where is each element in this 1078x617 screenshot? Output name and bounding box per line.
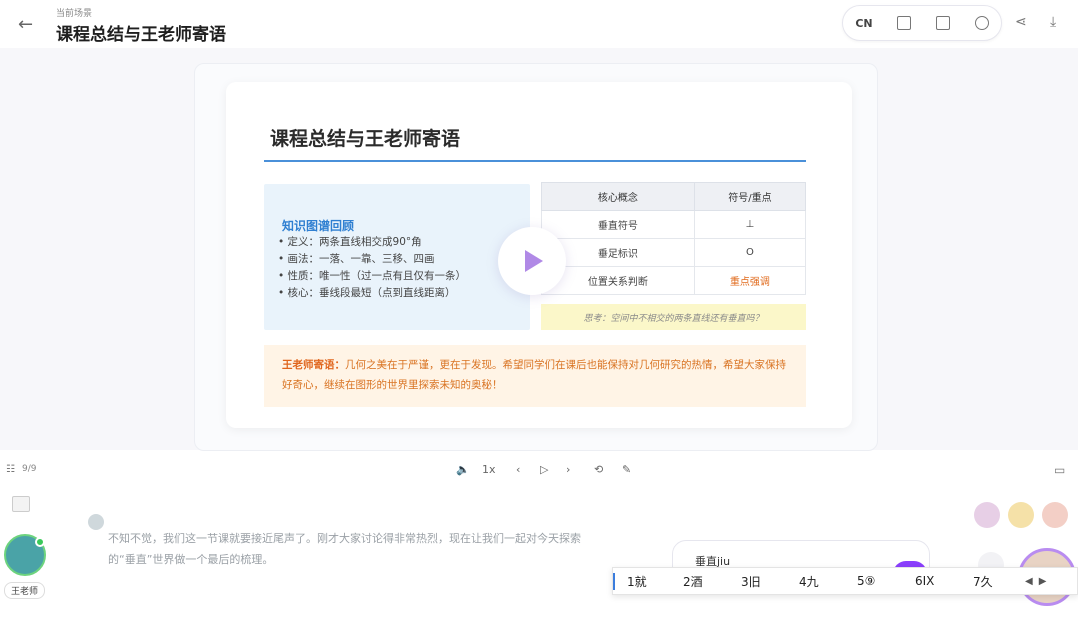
play-small-icon[interactable]: ▷ xyxy=(540,463,548,476)
table-row: 垂足标识 O xyxy=(541,238,807,267)
ime-prev-icon[interactable]: ◀ xyxy=(1025,576,1033,587)
puzzle-icon[interactable] xyxy=(935,16,950,30)
speech-subtitle: 不知不觉，我们这一节课就要接近尾声了。刚才大家讨论得非常热烈，现在让我们一起对今… xyxy=(108,532,581,566)
toolbar: CN xyxy=(842,5,1002,41)
table-row: 垂直符号 ⊥ xyxy=(541,210,807,239)
student-avatar[interactable] xyxy=(1042,502,1068,528)
ime-candidate[interactable]: 6IX xyxy=(903,574,961,588)
knowledge-title: 知识图谱回顾 xyxy=(282,219,355,233)
table-cell: O xyxy=(693,238,807,267)
ime-candidate[interactable]: 1就 xyxy=(613,572,671,590)
page-title: 课程总结与王老师寄语 xyxy=(56,25,226,45)
online-status-icon xyxy=(35,537,45,547)
table-cell: 重点强调 xyxy=(693,266,807,295)
knowledge-item: • 画法：一落、一靠、三移、四画 xyxy=(278,253,435,265)
volume-icon[interactable]: 🔈 xyxy=(456,463,470,476)
teacher-message: 王老师寄语：几何之美在于严谨，更在于发现。希望同学们在课后也能保持对几何研究的热… xyxy=(264,345,806,407)
chat-icon[interactable]: ▭ xyxy=(1054,463,1065,477)
outline-icon[interactable]: ☷ xyxy=(6,464,15,475)
slide-title: 课程总结与王老师寄语 xyxy=(270,128,461,150)
knowledge-list: • 定义：两条直线相交成90°角 • 画法：一落、一靠、三移、四画 • 性质：唯… xyxy=(278,234,466,302)
knowledge-card: 知识图谱回顾 • 定义：两条直线相交成90°角 • 画法：一落、一靠、三移、四画… xyxy=(264,184,530,330)
download-icon[interactable]: ⤓ xyxy=(1050,14,1056,30)
ime-candidate-bar: 1就 2酒 3旧 4九 5⑨ 6IX 7久 ◀ ▶ xyxy=(612,567,1078,595)
ime-candidate[interactable]: 4九 xyxy=(787,573,845,590)
screen-icon[interactable] xyxy=(897,16,912,30)
ime-candidate[interactable]: 7久 xyxy=(961,573,1019,590)
book-icon[interactable] xyxy=(12,496,30,512)
table-row: 位置关系判断 重点强调 xyxy=(541,266,807,295)
table-header: 符号/重点 xyxy=(693,182,807,211)
speed-button[interactable]: 1x xyxy=(482,463,496,476)
ime-candidate[interactable]: 5⑨ xyxy=(845,574,903,588)
user-icon[interactable] xyxy=(974,16,989,30)
back-arrow-icon[interactable]: ← xyxy=(18,14,33,35)
play-icon xyxy=(525,250,543,272)
prev-icon[interactable]: ‹ xyxy=(516,463,520,476)
table-cell: ⊥ xyxy=(693,210,807,239)
speaker-avatar xyxy=(88,514,104,530)
next-icon[interactable]: › xyxy=(566,463,570,476)
think-note: 思考：空间中不相交的两条直线还有垂直吗？ xyxy=(541,304,806,330)
breadcrumb: 当前场景 xyxy=(56,9,93,19)
page-indicator: 9/9 xyxy=(22,464,37,474)
teacher-name: 王老师 xyxy=(4,582,46,599)
student-avatar[interactable] xyxy=(974,502,1000,528)
message-lead: 王老师寄语： xyxy=(282,359,345,371)
slide: 课程总结与王老师寄语 知识图谱回顾 • 定义：两条直线相交成90°角 • 画法：… xyxy=(226,82,852,428)
knowledge-item: • 定义：两条直线相交成90°角 xyxy=(278,236,422,248)
ime-candidate[interactable]: 3旧 xyxy=(729,573,787,590)
table-cell: 垂直符号 xyxy=(541,210,695,239)
knowledge-item: • 核心：垂线段最短（点到直线距离） xyxy=(278,287,456,299)
pen-icon[interactable]: ✎ xyxy=(622,463,631,476)
share-icon[interactable]: ⋖ xyxy=(1015,14,1027,30)
message-text: 几何之美在于严谨，更在于发现。希望同学们在课后也能保持对几何研究的热情，希望大家… xyxy=(282,359,786,391)
control-bar: ☷ 9/9 🔈 1x ‹ ▷ › ⟲ ✎ ▭ xyxy=(0,458,1078,484)
language-button[interactable]: CN xyxy=(855,17,872,30)
loop-icon[interactable]: ⟲ xyxy=(594,463,603,476)
title-divider xyxy=(264,160,806,162)
ime-candidate[interactable]: 2酒 xyxy=(671,573,729,590)
knowledge-item: • 性质：唯一性（过一点有且仅有一条） xyxy=(278,270,467,282)
student-avatar[interactable] xyxy=(1008,502,1034,528)
play-button[interactable] xyxy=(498,227,566,295)
concept-table: 核心概念 符号/重点 垂直符号 ⊥ 垂足标识 O 位置关系判断 重点强调 xyxy=(541,182,807,295)
ime-next-icon[interactable]: ▶ xyxy=(1039,576,1047,587)
table-header: 核心概念 xyxy=(541,182,695,211)
